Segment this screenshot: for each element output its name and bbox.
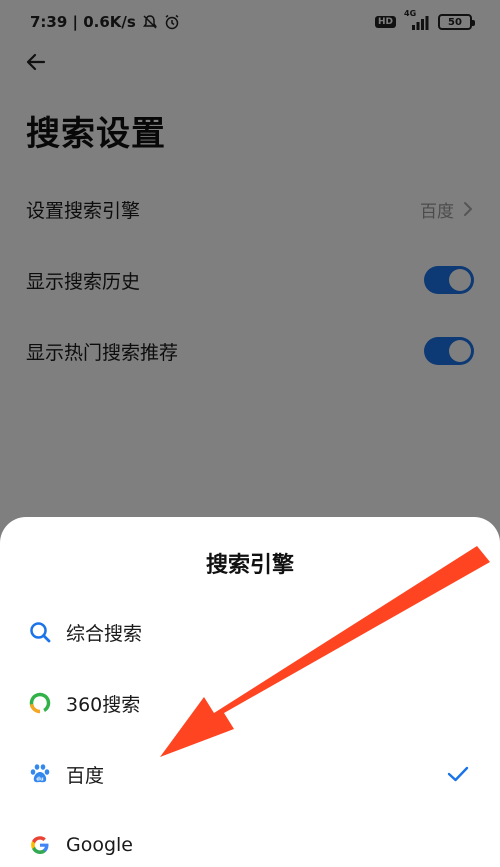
option-360-search[interactable]: 360搜索	[0, 673, 500, 733]
search-icon	[28, 620, 52, 644]
option-label: Google	[66, 834, 134, 856]
option-label: 综合搜索	[66, 622, 143, 645]
option-label: 百度	[66, 764, 105, 787]
option-baidu[interactable]: du 百度	[0, 744, 500, 804]
check-icon	[446, 762, 470, 790]
svg-text:du: du	[36, 777, 44, 783]
sheet-title: 搜索引擎	[205, 553, 294, 578]
engine-sheet: 搜索引擎 综合搜索 360搜索 du 百度 Google	[0, 517, 500, 867]
baidu-paw-icon: du	[28, 762, 52, 786]
screen: 7:39 | 0.6K/s HD 4G 50 搜索设置 设置搜索引擎 百度	[0, 0, 500, 867]
360-logo-icon	[28, 691, 52, 715]
option-label: 360搜索	[66, 693, 141, 716]
google-g-icon	[28, 833, 52, 857]
option-google[interactable]: Google	[0, 815, 500, 867]
option-composite-search[interactable]: 综合搜索	[0, 602, 500, 662]
